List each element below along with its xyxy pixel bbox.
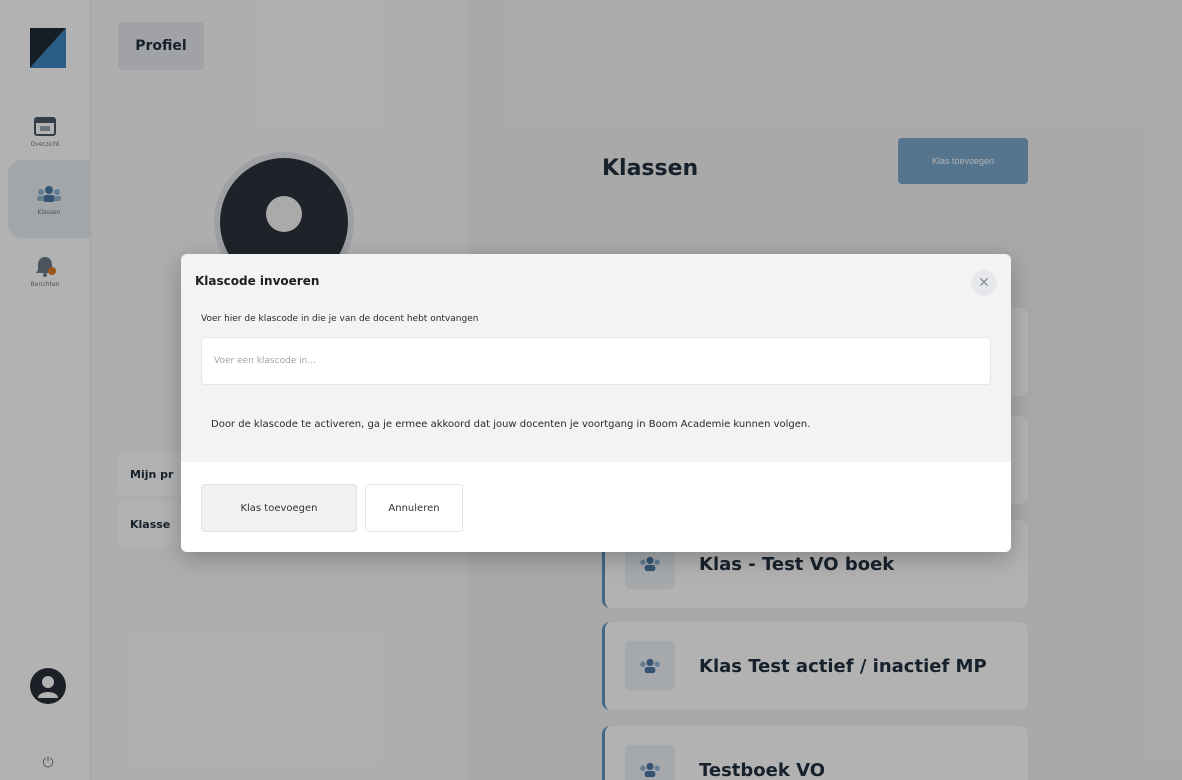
close-icon[interactable]: ✕ — [971, 270, 997, 296]
add-class-submit-button[interactable]: Klas toevoegen — [201, 484, 357, 532]
class-code-dialog: Klascode invoeren ✕ Voer hier de klascod… — [181, 254, 1011, 552]
dialog-footer: Klas toevoegen Annuleren — [181, 462, 1011, 552]
cancel-button[interactable]: Annuleren — [365, 484, 463, 532]
class-code-input[interactable] — [201, 337, 991, 385]
consent-text: Door de klascode te activeren, ga je erm… — [211, 419, 811, 430]
dialog-instruction: Voer hier de klascode in die je van de d… — [201, 314, 479, 324]
dialog-title: Klascode invoeren — [195, 274, 320, 288]
